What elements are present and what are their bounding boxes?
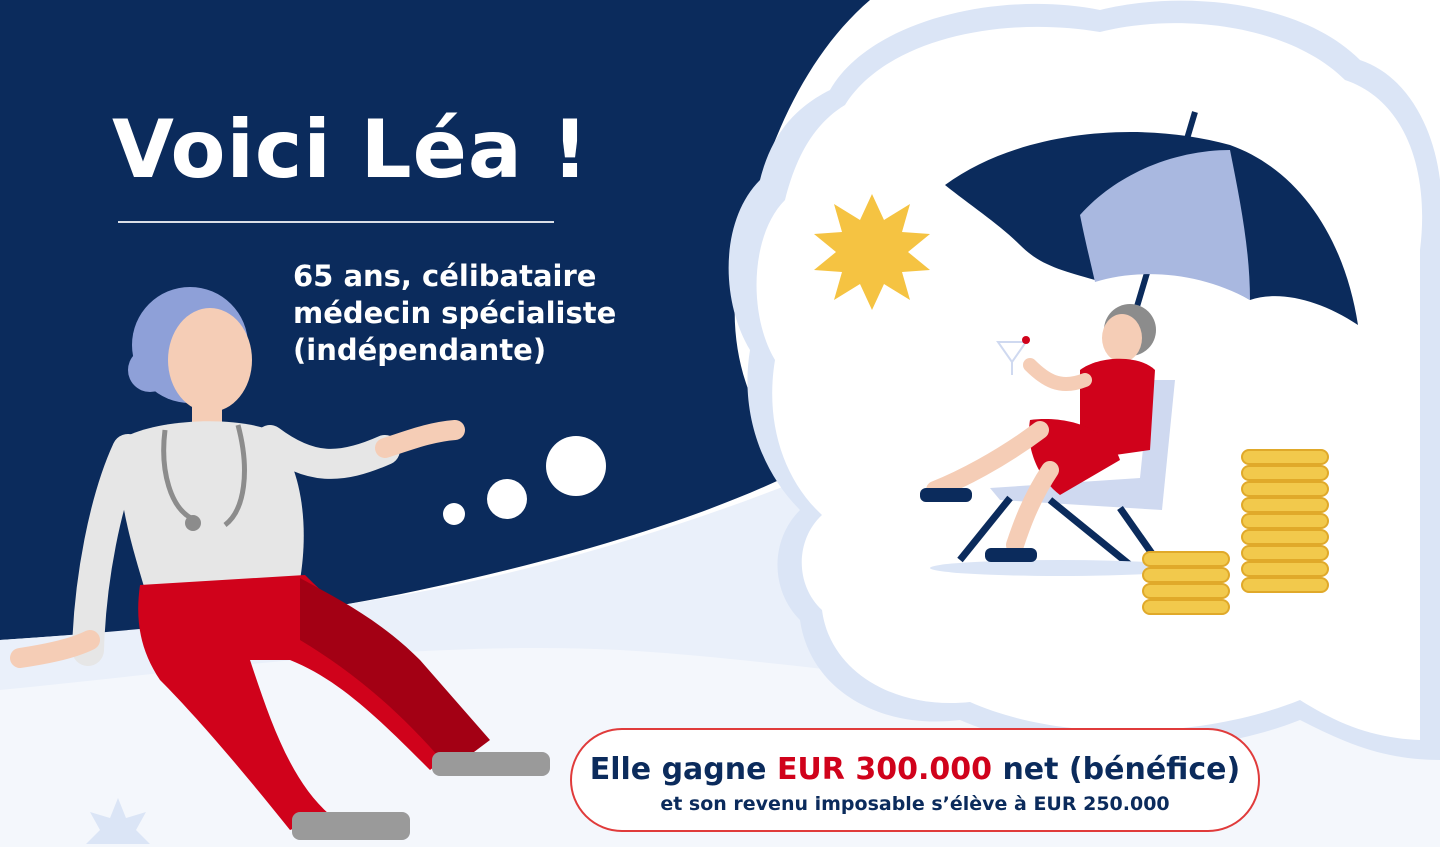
bio-line-age: 65 ans, célibataire <box>293 259 597 293</box>
income-callout: Elle gagne EUR 300.000 net (bénéfice) et… <box>570 728 1260 832</box>
bio-line-status: (indépendante) <box>293 333 547 367</box>
title-divider <box>118 221 554 223</box>
income-amount: EUR 300.000 <box>776 752 992 787</box>
thought-bubble-medium <box>487 479 527 519</box>
thought-bubble-small <box>443 503 465 525</box>
taxable-income-line: et son revenu imposable s’élève à EUR 25… <box>660 793 1170 815</box>
thought-bubble-large <box>546 436 606 496</box>
income-suffix: net (bénéfice) <box>1002 752 1241 787</box>
bio-text: 65 ans, célibataire médecin spécialiste … <box>293 258 616 369</box>
income-main-line: Elle gagne EUR 300.000 net (bénéfice) <box>572 752 1258 787</box>
bio-line-profession: médecin spécialiste <box>293 296 617 330</box>
page-title: Voici Léa ! <box>112 103 590 196</box>
income-prefix: Elle gagne <box>589 752 767 787</box>
